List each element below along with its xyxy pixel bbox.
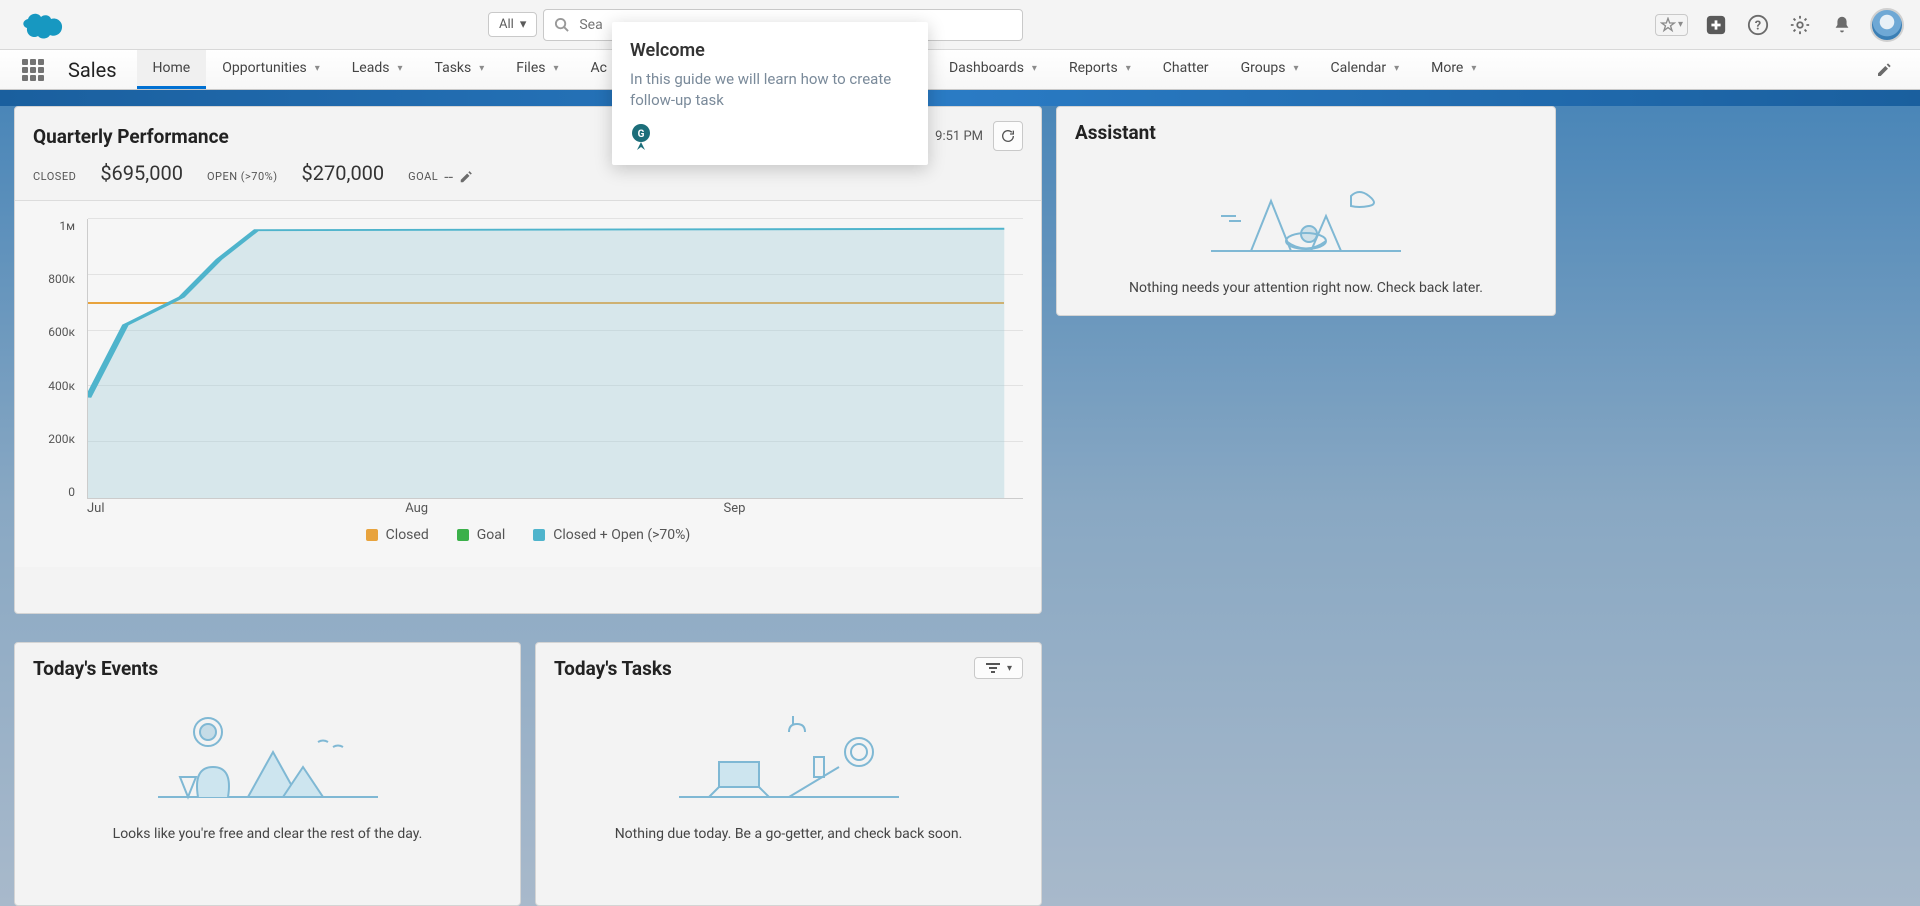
- nav-leads[interactable]: Leads▾: [336, 50, 419, 89]
- svg-text:G: G: [638, 129, 645, 140]
- chevron-down-icon: ▾: [315, 63, 320, 74]
- assistant-empty-text: Nothing needs your attention right now. …: [1075, 280, 1537, 296]
- closed-label: CLOSED: [33, 170, 76, 183]
- chevron-down-icon: ▾: [397, 63, 402, 74]
- chevron-down-icon: ▾: [520, 17, 527, 32]
- global-header: All ▾ ▾ ?: [0, 0, 1920, 50]
- legend-goal: Goal: [457, 527, 506, 543]
- tasks-title: Today's Tasks: [554, 657, 672, 680]
- nav-home[interactable]: Home: [137, 50, 207, 89]
- edit-nav-pencil-icon[interactable]: [1864, 50, 1904, 89]
- nav-bar: Sales Home Opportunities▾ Leads▾ Tasks▾ …: [0, 50, 1920, 90]
- refresh-button[interactable]: [993, 121, 1023, 151]
- search-icon: [554, 17, 569, 32]
- y-axis: 1м 800к 600к 400к 200к 0: [33, 219, 81, 499]
- nav-reports[interactable]: Reports▾: [1053, 50, 1147, 89]
- legend-closed-open: Closed + Open (>70%): [533, 527, 690, 543]
- nav-calendar[interactable]: Calendar▾: [1315, 50, 1416, 89]
- help-icon[interactable]: ?: [1744, 11, 1772, 39]
- header-actions: ▾ ?: [1655, 8, 1904, 42]
- favorites-button[interactable]: ▾: [1655, 14, 1688, 36]
- events-illustration: [138, 702, 398, 812]
- chevron-down-icon: ▾: [1471, 63, 1476, 74]
- chart-wrap: 1м 800к 600к 400к 200к 0: [15, 201, 1041, 567]
- open-series-area: [88, 219, 1023, 498]
- app-name: Sales: [56, 50, 137, 89]
- nav-groups[interactable]: Groups▾: [1225, 50, 1315, 89]
- quarterly-performance-card: Quarterly Performance 9:51 PM CLOSED $69…: [14, 106, 1042, 614]
- events-title: Today's Events: [33, 657, 502, 680]
- nav-files[interactable]: Files▾: [500, 50, 574, 89]
- qp-timestamp: 9:51 PM: [935, 129, 983, 144]
- events-empty-text: Looks like you're free and clear the res…: [33, 826, 502, 842]
- search-scope-select[interactable]: All ▾: [488, 12, 537, 37]
- plot-area: [87, 219, 1023, 499]
- assistant-illustration: [1201, 166, 1411, 266]
- chart: 1м 800к 600к 400к 200к 0: [33, 219, 1023, 519]
- nav-dashboards[interactable]: Dashboards▾: [933, 50, 1053, 89]
- app-launcher-icon[interactable]: [16, 50, 56, 89]
- chevron-down-icon: ▾: [1032, 63, 1037, 74]
- user-avatar[interactable]: [1870, 8, 1904, 42]
- assistant-card: Assistant Nothing needs your attention r…: [1056, 106, 1556, 316]
- goal-label: GOAL: [408, 170, 438, 183]
- chart-legend: Closed Goal Closed + Open (>70%): [33, 519, 1023, 557]
- tasks-illustration: [659, 702, 919, 812]
- content: Quarterly Performance 9:51 PM CLOSED $69…: [0, 106, 1920, 906]
- todays-tasks-card: Today's Tasks ▾ Nothing due today. Be a …: [535, 642, 1042, 906]
- chevron-down-icon: ▾: [1394, 63, 1399, 74]
- edit-goal-pencil-icon[interactable]: [459, 170, 473, 184]
- chevron-down-icon: ▾: [1294, 63, 1299, 74]
- nav-more[interactable]: More▾: [1415, 50, 1492, 89]
- notifications-bell-icon[interactable]: [1828, 11, 1856, 39]
- bottom-row: Today's Events Looks like you're free an…: [14, 642, 1042, 906]
- chevron-down-icon: ▾: [1126, 63, 1131, 74]
- todays-events-card: Today's Events Looks like you're free an…: [14, 642, 521, 906]
- open-label: OPEN (>70%): [207, 170, 278, 183]
- welcome-title: Welcome: [630, 40, 910, 61]
- search-scope-label: All: [499, 17, 514, 32]
- blue-band: [0, 90, 1920, 106]
- chevron-down-icon: ▾: [479, 63, 484, 74]
- add-button[interactable]: [1702, 11, 1730, 39]
- svg-text:?: ?: [1755, 18, 1761, 33]
- star-icon: [1660, 17, 1676, 33]
- closed-value: $695,000: [100, 161, 183, 185]
- nav-chatter[interactable]: Chatter: [1147, 50, 1225, 89]
- welcome-body: In this guide we will learn how to creat…: [630, 69, 910, 111]
- salesforce-logo[interactable]: [16, 7, 68, 43]
- chevron-down-icon: ▾: [553, 63, 558, 74]
- qp-title: Quarterly Performance: [33, 125, 229, 148]
- tasks-filter-button[interactable]: ▾: [974, 657, 1023, 679]
- welcome-tooltip: Welcome In this guide we will learn how …: [612, 22, 928, 165]
- x-axis: Jul Aug Sep: [87, 501, 1023, 519]
- nav-tasks[interactable]: Tasks▾: [419, 50, 501, 89]
- nav-opportunities[interactable]: Opportunities▾: [206, 50, 336, 89]
- goal-value: --: [444, 167, 453, 186]
- legend-closed: Closed: [366, 527, 429, 543]
- open-value: $270,000: [302, 161, 385, 185]
- setup-gear-icon[interactable]: [1786, 11, 1814, 39]
- chevron-down-icon: ▾: [1678, 19, 1683, 30]
- filter-icon: [985, 662, 1001, 674]
- assistant-title: Assistant: [1075, 121, 1537, 144]
- tasks-empty-text: Nothing due today. Be a go-getter, and c…: [554, 826, 1023, 842]
- chevron-down-icon: ▾: [1007, 663, 1012, 674]
- guide-badge-icon: G: [630, 123, 652, 151]
